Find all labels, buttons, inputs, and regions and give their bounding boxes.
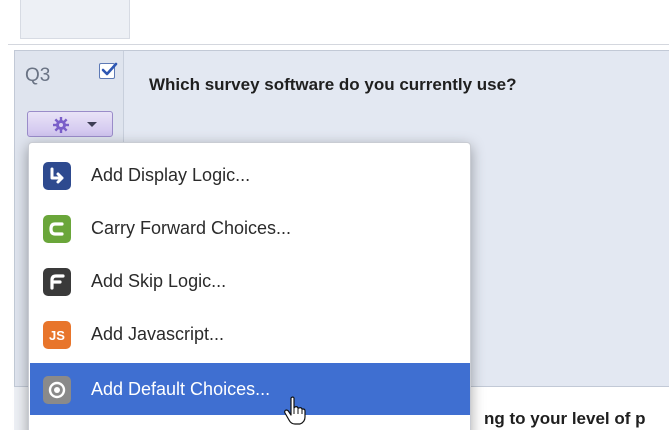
default-choices-icon	[43, 376, 71, 404]
menu-item-carry-forward-choices[interactable]: Carry Forward Choices...	[30, 202, 470, 254]
previous-question-block	[8, 0, 669, 45]
skip-logic-icon	[43, 268, 71, 296]
question-number: Q3	[25, 65, 51, 86]
previous-question-gutter	[20, 0, 130, 39]
gear-icon	[53, 117, 69, 133]
question-select-checkbox[interactable]	[99, 62, 118, 79]
question-text[interactable]: Which survey software do you currently u…	[149, 75, 516, 95]
menu-item-add-display-logic[interactable]: Add Display Logic...	[30, 149, 470, 201]
question-options-menu: Add Display Logic... Carry Forward Choic…	[28, 142, 471, 430]
chevron-down-icon	[87, 122, 97, 127]
display-logic-icon	[43, 162, 71, 190]
menu-item-label: Add Display Logic...	[91, 165, 251, 185]
question-options-button[interactable]	[27, 111, 113, 137]
menu-item-add-javascript[interactable]: JS Add Javascript...	[30, 308, 470, 360]
menu-item-add-default-choices[interactable]: Add Default Choices...	[30, 363, 470, 415]
menu-item-label: Add Javascript...	[91, 324, 225, 344]
carry-forward-icon	[43, 215, 71, 243]
menu-item-label: Add Default Choices...	[91, 379, 271, 399]
next-question-text[interactable]: ng to your level of p	[484, 409, 646, 429]
javascript-icon: JS	[43, 321, 71, 349]
checkmark-icon	[101, 62, 118, 76]
menu-item-add-skip-logic[interactable]: Add Skip Logic...	[30, 255, 470, 307]
menu-item-label: Carry Forward Choices...	[91, 218, 292, 238]
hand-pointer-icon	[284, 396, 306, 425]
survey-editor: Q3 Which survey software do you currentl…	[0, 0, 669, 430]
svg-text:JS: JS	[49, 328, 65, 343]
menu-item-label: Add Skip Logic...	[91, 271, 227, 291]
